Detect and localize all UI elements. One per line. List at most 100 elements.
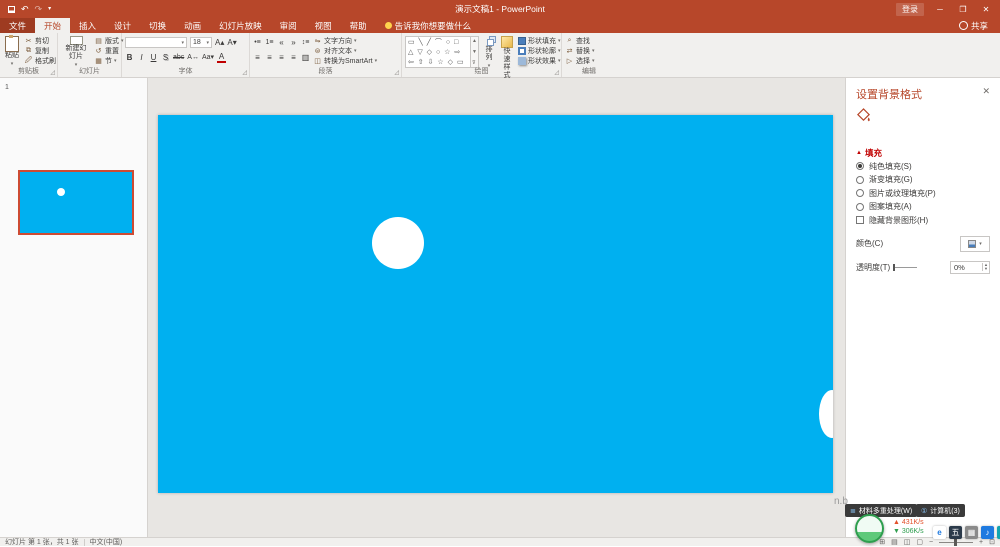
- tab-view[interactable]: 视图: [306, 18, 341, 33]
- align-center-button[interactable]: ≡: [265, 52, 274, 63]
- clipboard-dialog-launcher[interactable]: ◿: [50, 70, 55, 76]
- picture-fill-option[interactable]: 图片或纹理填充(P): [856, 187, 990, 200]
- file-manager-icon[interactable]: ▦: [965, 526, 978, 539]
- replace-button[interactable]: ⇄ 替换 ▾: [565, 46, 595, 56]
- zoom-in-icon[interactable]: +: [979, 539, 983, 546]
- slide-thumbnail-panel[interactable]: 1: [0, 78, 148, 537]
- tab-help[interactable]: 帮助: [341, 18, 376, 33]
- zoom-slider-handle[interactable]: [954, 538, 958, 546]
- minimize-button[interactable]: ─: [933, 5, 947, 14]
- font-color-button[interactable]: A: [217, 52, 227, 63]
- align-text-button[interactable]: ⊜ 对齐文本 ▾: [313, 46, 377, 56]
- tell-me-box[interactable]: 告诉我你想要做什么: [376, 18, 481, 33]
- arrange-button[interactable]: 排列 ▾: [482, 36, 496, 70]
- tab-slideshow[interactable]: 幻灯片放映: [210, 18, 271, 33]
- maximize-button[interactable]: ❐: [956, 5, 970, 14]
- transparency-slider[interactable]: [893, 263, 918, 271]
- increase-indent-button[interactable]: »: [289, 37, 298, 48]
- slideshow-view-icon[interactable]: ▢: [916, 538, 923, 546]
- slide-canvas[interactable]: [158, 115, 833, 493]
- zoom-out-icon[interactable]: −: [929, 539, 933, 546]
- share-button[interactable]: 共享: [958, 18, 1000, 33]
- overlay-badge-left[interactable]: ≣ 材料多重处理(W): [845, 504, 918, 517]
- tab-insert[interactable]: 插入: [70, 18, 105, 33]
- scroll-down-icon[interactable]: ▼: [472, 49, 477, 55]
- overlay-badge-right[interactable]: ① 计算机(3): [916, 504, 965, 517]
- tab-animations[interactable]: 动画: [175, 18, 210, 33]
- slide-thumbnail[interactable]: [18, 170, 134, 235]
- save-icon[interactable]: [8, 5, 15, 13]
- tab-review[interactable]: 审阅: [271, 18, 306, 33]
- spinner-arrows-icon[interactable]: ▲ ▼: [982, 263, 989, 271]
- redo-icon[interactable]: ↷: [35, 4, 43, 14]
- slide-circle-shape[interactable]: [372, 217, 424, 269]
- fill-section-header[interactable]: ▲ 填充: [856, 147, 990, 159]
- layout-button[interactable]: ▤ 版式 ▾: [94, 36, 123, 46]
- strikethrough-button[interactable]: abc: [173, 52, 184, 63]
- columns-button[interactable]: ▥: [301, 52, 310, 63]
- line-spacing-button[interactable]: ↕≡: [301, 37, 310, 48]
- browser-icon[interactable]: e: [933, 526, 946, 539]
- shape-outline-button[interactable]: 形状轮廓 ▾: [517, 46, 560, 56]
- tab-home[interactable]: 开始: [35, 18, 71, 33]
- bold-button[interactable]: B: [125, 52, 134, 63]
- character-spacing-button[interactable]: A↔: [187, 52, 199, 63]
- slide-sorter-view-icon[interactable]: ▤: [891, 538, 898, 546]
- shapes-gallery[interactable]: ▭ ╲ ╱ ⌒ ○ □ △ ▽ ◇ ○ ☆ ⇨ ⇦ ⇧ ⇩ ☆ ◇ ▭ ▲ ▼ …: [405, 36, 479, 68]
- change-case-button[interactable]: Aa▾: [202, 52, 214, 63]
- shape-effects-button[interactable]: 形状效果 ▾: [517, 56, 560, 66]
- justify-button[interactable]: ≡: [289, 52, 298, 63]
- paragraph-dialog-launcher[interactable]: ◿: [394, 70, 399, 76]
- find-button[interactable]: ⌕ 查找: [565, 36, 595, 46]
- decrease-indent-button[interactable]: «: [277, 37, 286, 48]
- format-painter-button[interactable]: 🖉 格式刷: [24, 56, 56, 66]
- increase-font-size-button[interactable]: A▴: [215, 37, 224, 48]
- close-button[interactable]: ✕: [979, 5, 993, 14]
- section-button[interactable]: ▦ 节 ▾: [94, 56, 124, 66]
- select-button[interactable]: ▷ 选择 ▾: [565, 56, 595, 66]
- bullets-button[interactable]: •≡: [253, 37, 262, 48]
- tab-file[interactable]: 文件: [0, 18, 36, 33]
- decrease-font-size-button[interactable]: A▾: [227, 37, 236, 48]
- scroll-up-icon[interactable]: ▲: [472, 38, 477, 44]
- pattern-fill-option[interactable]: 图案填充(A): [856, 201, 990, 214]
- numbering-button[interactable]: 1≡: [265, 37, 274, 48]
- tab-transitions[interactable]: 切换: [140, 18, 175, 33]
- qat-customize-icon[interactable]: ▾: [48, 5, 51, 14]
- shapes-gallery-scroll[interactable]: ▲ ▼ ⊽: [471, 36, 479, 68]
- align-left-button[interactable]: ≡: [253, 52, 262, 63]
- hide-background-graphics-option[interactable]: 隐藏背景图形(H): [856, 214, 990, 227]
- accelerator-ball-icon[interactable]: [855, 514, 884, 543]
- reading-view-icon[interactable]: ◫: [904, 538, 911, 546]
- tab-design[interactable]: 设计: [105, 18, 140, 33]
- gradient-fill-option[interactable]: 渐变填充(G): [856, 174, 990, 187]
- undo-icon[interactable]: ↶: [21, 4, 29, 14]
- underline-button[interactable]: U: [149, 52, 158, 63]
- transparency-slider-handle[interactable]: [893, 263, 896, 271]
- reset-button[interactable]: ↺ 重置: [94, 46, 124, 56]
- italic-button[interactable]: I: [137, 52, 146, 63]
- align-right-button[interactable]: ≡: [277, 52, 286, 63]
- font-dialog-launcher[interactable]: ◿: [242, 70, 247, 76]
- font-name-combobox[interactable]: ▾: [125, 37, 187, 48]
- new-slide-button[interactable]: 新建幻灯片 ▾: [61, 36, 91, 69]
- drawing-dialog-launcher[interactable]: ◿: [554, 70, 559, 76]
- music-player-icon[interactable]: ♪: [981, 526, 994, 539]
- shape-fill-button[interactable]: 形状填充 ▾: [517, 36, 560, 46]
- text-direction-button[interactable]: ⇋ 文字方向 ▾: [313, 36, 377, 46]
- paste-button[interactable]: 粘贴 ▾: [3, 35, 21, 68]
- cut-button[interactable]: ✂ 剪切: [24, 36, 56, 46]
- zoom-slider[interactable]: [939, 538, 974, 546]
- copy-button[interactable]: ⧉ 复制: [24, 46, 56, 56]
- font-size-combobox[interactable]: 18 ▾: [190, 37, 212, 48]
- text-shadow-button[interactable]: S: [161, 52, 170, 63]
- wu-app-icon[interactable]: 五: [949, 526, 962, 539]
- transparency-spinbox[interactable]: 0% ▲ ▼: [950, 260, 990, 274]
- fit-to-window-icon[interactable]: ⊡: [989, 538, 995, 546]
- shapes-gallery-grid[interactable]: ▭ ╲ ╱ ⌒ ○ □ △ ▽ ◇ ○ ☆ ⇨ ⇦ ⇧ ⇩ ☆ ◇ ▭: [405, 36, 471, 68]
- convert-to-smartart-button[interactable]: ◫ 转换为SmartArt ▾: [313, 56, 377, 66]
- solid-fill-option[interactable]: 纯色填充(S): [856, 160, 990, 173]
- sign-in-button[interactable]: 登录: [896, 2, 924, 16]
- pane-close-icon[interactable]: ✕: [982, 86, 990, 97]
- color-picker-button[interactable]: ▾: [960, 235, 990, 252]
